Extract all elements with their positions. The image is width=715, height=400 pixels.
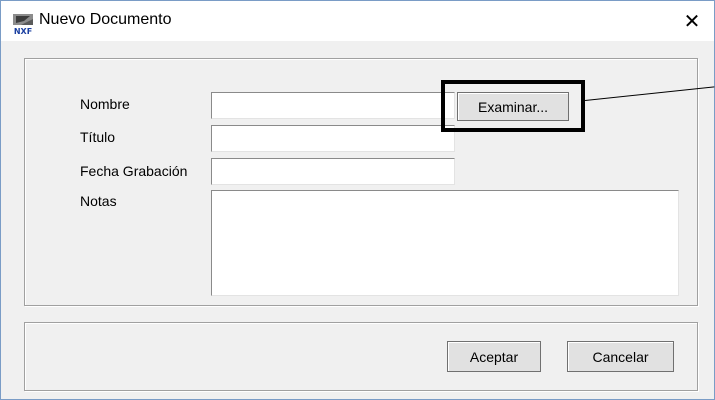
fecha-grabacion-input[interactable] [211,158,455,185]
cancelar-button[interactable]: Cancelar [567,341,674,372]
notas-label: Notas [80,193,117,209]
dialog-window: NXF Nuevo Documento ✕ Nombre Título Fech… [0,0,715,400]
close-button[interactable]: ✕ [670,1,714,41]
window-title: Nuevo Documento [39,11,172,28]
notas-textarea[interactable] [211,190,679,296]
titulo-label: Título [80,129,116,145]
footer-panel: Aceptar Cancelar [24,322,698,391]
aceptar-button[interactable]: Aceptar [447,341,541,372]
nombre-input[interactable] [211,92,455,119]
fecha-grabacion-label: Fecha Grabación [80,163,188,179]
close-icon: ✕ [683,9,701,33]
examinar-button[interactable]: Examinar... [457,92,569,121]
fields-panel: Nombre Título Fecha Grabación Notas [24,58,698,306]
app-icon-label: NXF [14,27,32,35]
nombre-label: Nombre [80,96,130,112]
title-bar[interactable]: NXF Nuevo Documento ✕ [1,1,714,41]
nxf-app-icon: NXF [13,14,33,35]
titulo-input[interactable] [211,125,455,152]
